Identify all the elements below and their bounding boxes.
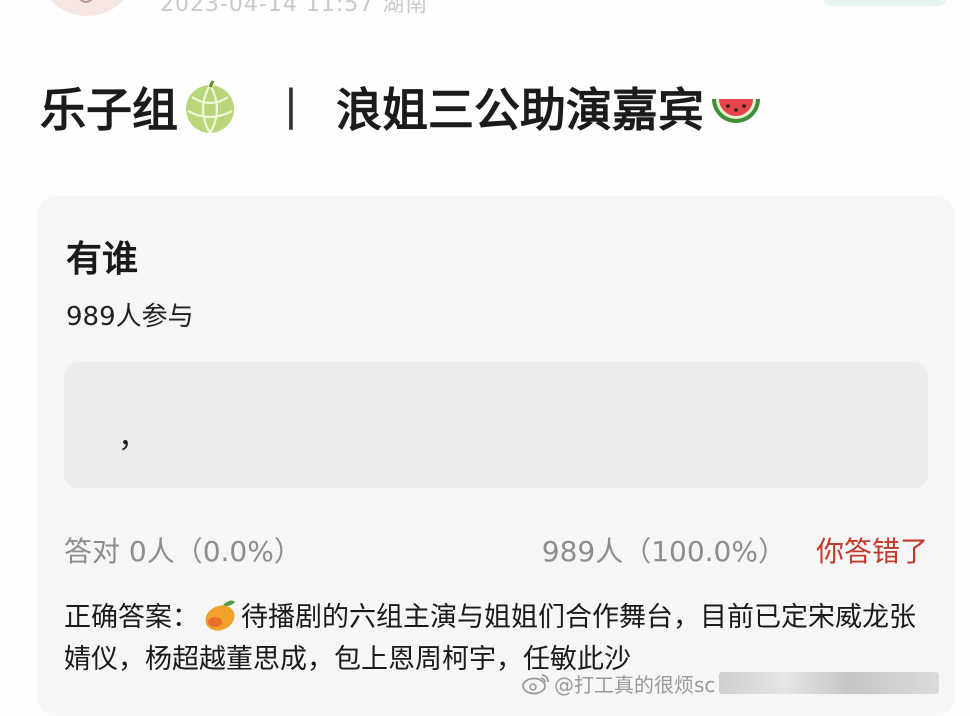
quiz-card: 有谁 989人参与 ， 答对 0人（0.0%） 989人（100.0%） 你答错… — [38, 196, 954, 716]
weibo-icon — [522, 674, 549, 695]
answer-value: ， — [118, 420, 148, 455]
post-title: 乐子组 丨 浪姐三公助演嘉宾 — [40, 76, 764, 138]
watermark-text: @打工真的很烦sc — [554, 672, 716, 697]
wrong-stat-group: 989人（100.0%） 你答错了 — [542, 530, 928, 570]
post-meta: 2023-04-14 11:57 湖南 — [160, 0, 429, 17]
mango-icon — [205, 600, 235, 631]
title-separator: 丨 — [268, 83, 314, 137]
avatar[interactable] — [42, 0, 132, 16]
avatar-sketch-icon — [79, 0, 93, 3]
participants-count: 989人参与 — [66, 302, 194, 332]
correct-stat: 答对 0人（0.0%） — [64, 535, 302, 568]
title-right: 浪姐三公助演嘉宾 — [336, 83, 704, 137]
wrong-stat: 989人（100.0%） — [541, 535, 786, 568]
watermelon-icon — [712, 99, 760, 123]
melon-icon — [186, 80, 234, 134]
question-title: 有谁 — [66, 239, 139, 280]
watermark: @打工真的很烦sc — [522, 668, 940, 698]
result-label: 你答错了 — [815, 535, 928, 568]
blurred-area — [719, 672, 940, 694]
follow-button[interactable] — [822, 0, 948, 6]
correct-answer-label: 正确答案： — [64, 602, 199, 633]
title-left: 乐子组 — [40, 83, 178, 137]
answer-stats: 答对 0人（0.0%） 989人（100.0%） 你答错了 — [64, 530, 928, 570]
answer-input-box[interactable]: ， — [64, 362, 928, 488]
